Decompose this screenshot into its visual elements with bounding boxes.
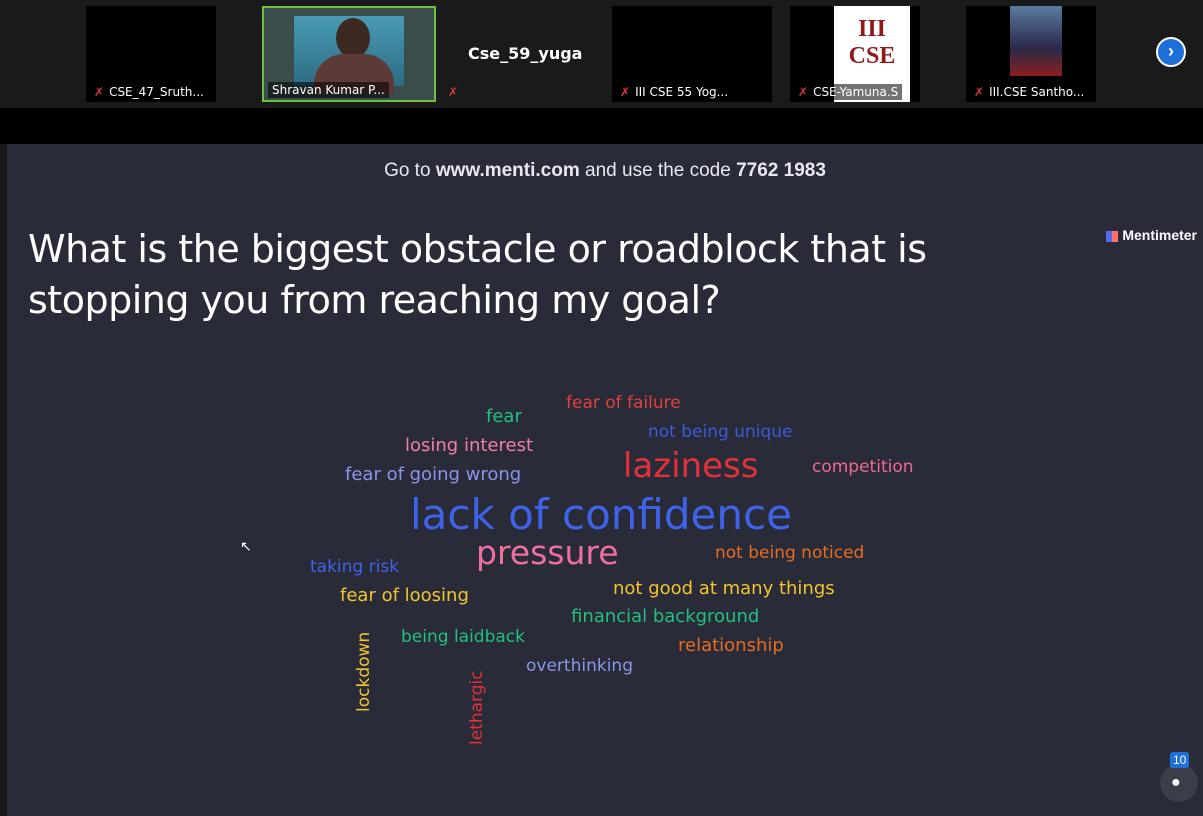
participant-name: ✗ CSE_47_Sruth...: [90, 84, 208, 100]
separator-band: [0, 108, 1203, 144]
wordcloud-word: fear of going wrong: [345, 464, 522, 485]
join-instructions: Go to www.menti.com and use the code 776…: [384, 160, 826, 181]
card-text: III CSE: [848, 16, 896, 69]
wordcloud-word: not being unique: [648, 422, 793, 442]
person-head: [336, 18, 370, 58]
menti-code: 7762 1983: [736, 160, 826, 181]
wordcloud-word: lack of confidence: [410, 490, 792, 539]
wordcloud-word: relationship: [678, 635, 784, 656]
mic-off-icon: ✗: [448, 85, 459, 99]
participant-label: Cse_59_yuga: [468, 44, 583, 63]
participant-name: ✗ III CSE 55 Yog...: [616, 84, 733, 100]
wordcloud-word: not good at many things: [613, 578, 835, 599]
chevron-right-icon[interactable]: ›: [1156, 37, 1186, 67]
participant-tile[interactable]: ✗ III CSE 55 Yog...: [612, 6, 772, 102]
participant-name: ✗ III.CSE Santho...: [970, 84, 1089, 100]
mouse-pointer-icon: ↖: [240, 538, 252, 554]
wordcloud-word: lethargic: [467, 670, 487, 745]
participant-name: Shravan Kumar P...: [268, 82, 389, 98]
wordcloud-word: financial background: [571, 606, 760, 627]
participant-name: ✗ CSE-Yamuna.S: [794, 84, 903, 100]
person-icon: ●: [1171, 774, 1181, 791]
mentimeter-brand: Mentimeter: [1106, 227, 1197, 243]
mic-off-icon: ✗: [94, 85, 105, 99]
wordcloud-word: fear of loosing: [340, 585, 469, 606]
mic-off-icon: ✗: [620, 85, 631, 99]
participants-count: 10: [1170, 752, 1190, 768]
participant-tile[interactable]: ✗ III.CSE Santho...: [966, 6, 1096, 102]
participant-tile[interactable]: III CSE ✗ CSE-Yamuna.S: [790, 6, 920, 102]
wordcloud-word: laziness: [623, 446, 759, 486]
participant-tile[interactable]: ✗ CSE_47_Sruth...: [86, 6, 216, 102]
mic-off-icon: ✗: [974, 85, 985, 99]
wordcloud-word: competition: [812, 457, 914, 477]
question-title: What is the biggest obstacle or roadbloc…: [28, 227, 927, 322]
shared-slide: Go to www.menti.com and use the code 776…: [7, 144, 1203, 816]
participant-tile-active[interactable]: Shravan Kumar P...: [262, 6, 436, 102]
wordcloud-word: fear of failure: [566, 393, 681, 413]
wordcloud-word: fear: [486, 406, 522, 427]
wordcloud-word: overthinking: [526, 656, 633, 676]
mentimeter-logo-icon: [1106, 230, 1119, 242]
mic-off-icon: ✗: [798, 85, 809, 99]
wordcloud-word: pressure: [476, 533, 619, 572]
wordcloud-word: not being noticed: [715, 543, 865, 563]
menti-url: www.menti.com: [435, 160, 580, 181]
participant-tile[interactable]: ✗ Cse_59_yuga: [440, 6, 608, 102]
wordcloud-word: lockdown: [354, 631, 374, 712]
participants-button[interactable]: 10 ●: [1160, 752, 1198, 802]
wordcloud-word: losing interest: [405, 435, 534, 456]
wordcloud-word: being laidback: [401, 627, 525, 647]
participant-name: ✗: [444, 84, 467, 100]
wordcloud-word: taking risk: [310, 557, 400, 577]
profile-image: [1010, 6, 1062, 76]
participant-strip: ✗ CSE_47_Sruth... Shravan Kumar P... ✗ Cs…: [0, 0, 1203, 108]
